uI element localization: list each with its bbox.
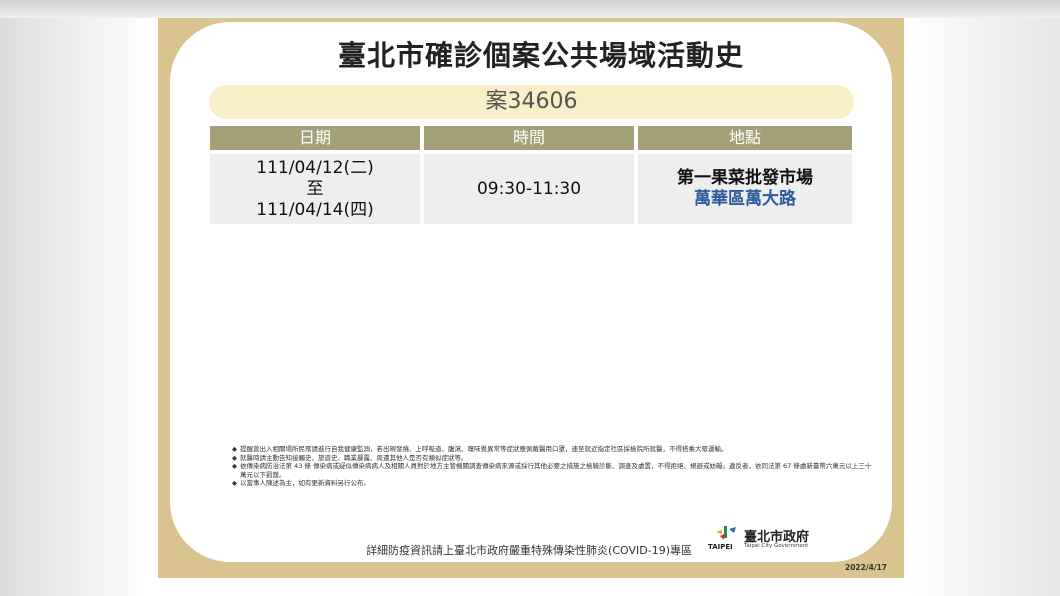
case-number-banner: 案34606 [209, 85, 854, 119]
date-to: 至 [306, 178, 324, 199]
note-item: ◆ 依傳染病防治法第 43 條 傳染病或疑似傳染病病人及相關人員對於地方主管機關… [232, 462, 872, 479]
page-title: 臺北市確診個案公共場域活動史 [337, 39, 744, 72]
date-start: 111/04/12(二) [256, 157, 374, 178]
cell-date: 111/04/12(二) 至 111/04/14(四) [210, 154, 420, 224]
header-date: 日期 [210, 126, 420, 150]
header-place: 地點 [638, 126, 852, 150]
background-top-blur [0, 0, 1060, 18]
header-time: 時間 [424, 126, 634, 150]
logo-org-english: Taipei City Government [744, 543, 809, 549]
bullet-icon: ◆ [232, 445, 237, 453]
note-item: ◆ 就醫時請主動告知接觸史、旅遊史、職業暴露、周遭其他人是否有類似症狀等。 [232, 453, 468, 462]
date-stamp: 2022/4/17 [845, 563, 888, 572]
note-item: ◆ 提醒曾出入相關場所民眾請進行自我健康監測，若出現發燒、上呼吸道、腹瀉、嗅味覺… [232, 445, 728, 453]
taipei-logo-icon [716, 526, 736, 540]
notes-list: ◆ 提醒曾出入相關場所民眾請進行自我健康監測，若出現發燒、上呼吸道、腹瀉、嗅味覺… [232, 445, 872, 488]
bullet-icon: ◆ [232, 479, 237, 487]
bullet-icon: ◆ [232, 462, 237, 470]
note-item: ◆ 以當事人陳述為主，如有更新資料另行公布。 [232, 479, 370, 487]
footer-info-text: 詳細防疫資訊請上臺北市政府嚴重特殊傳染性肺炎(COVID-19)專區 [366, 544, 692, 557]
time-range: 09:30-11:30 [476, 178, 582, 199]
table-header-row: 日期 時間 地點 [210, 126, 852, 150]
logo-wordmark: TAIPEI [708, 543, 733, 551]
taipei-gov-logo: TAIPEI 臺北市政府 Taipei City Government [708, 524, 818, 554]
table-row: 111/04/12(二) 至 111/04/14(四) 09:30-11:30 … [210, 154, 852, 224]
activity-table: 日期 時間 地點 111/04/12(二) 至 111/04/14(四) 09:… [210, 126, 852, 224]
place-address: 萬華區萬大路 [694, 189, 796, 209]
cell-time: 09:30-11:30 [424, 154, 634, 224]
date-end: 111/04/14(四) [256, 199, 374, 220]
bullet-icon: ◆ [232, 453, 237, 462]
background-left-blur [0, 0, 150, 596]
cell-place: 第一果菜批發市場 萬華區萬大路 [638, 154, 852, 224]
place-name: 第一果菜批發市場 [677, 168, 813, 188]
